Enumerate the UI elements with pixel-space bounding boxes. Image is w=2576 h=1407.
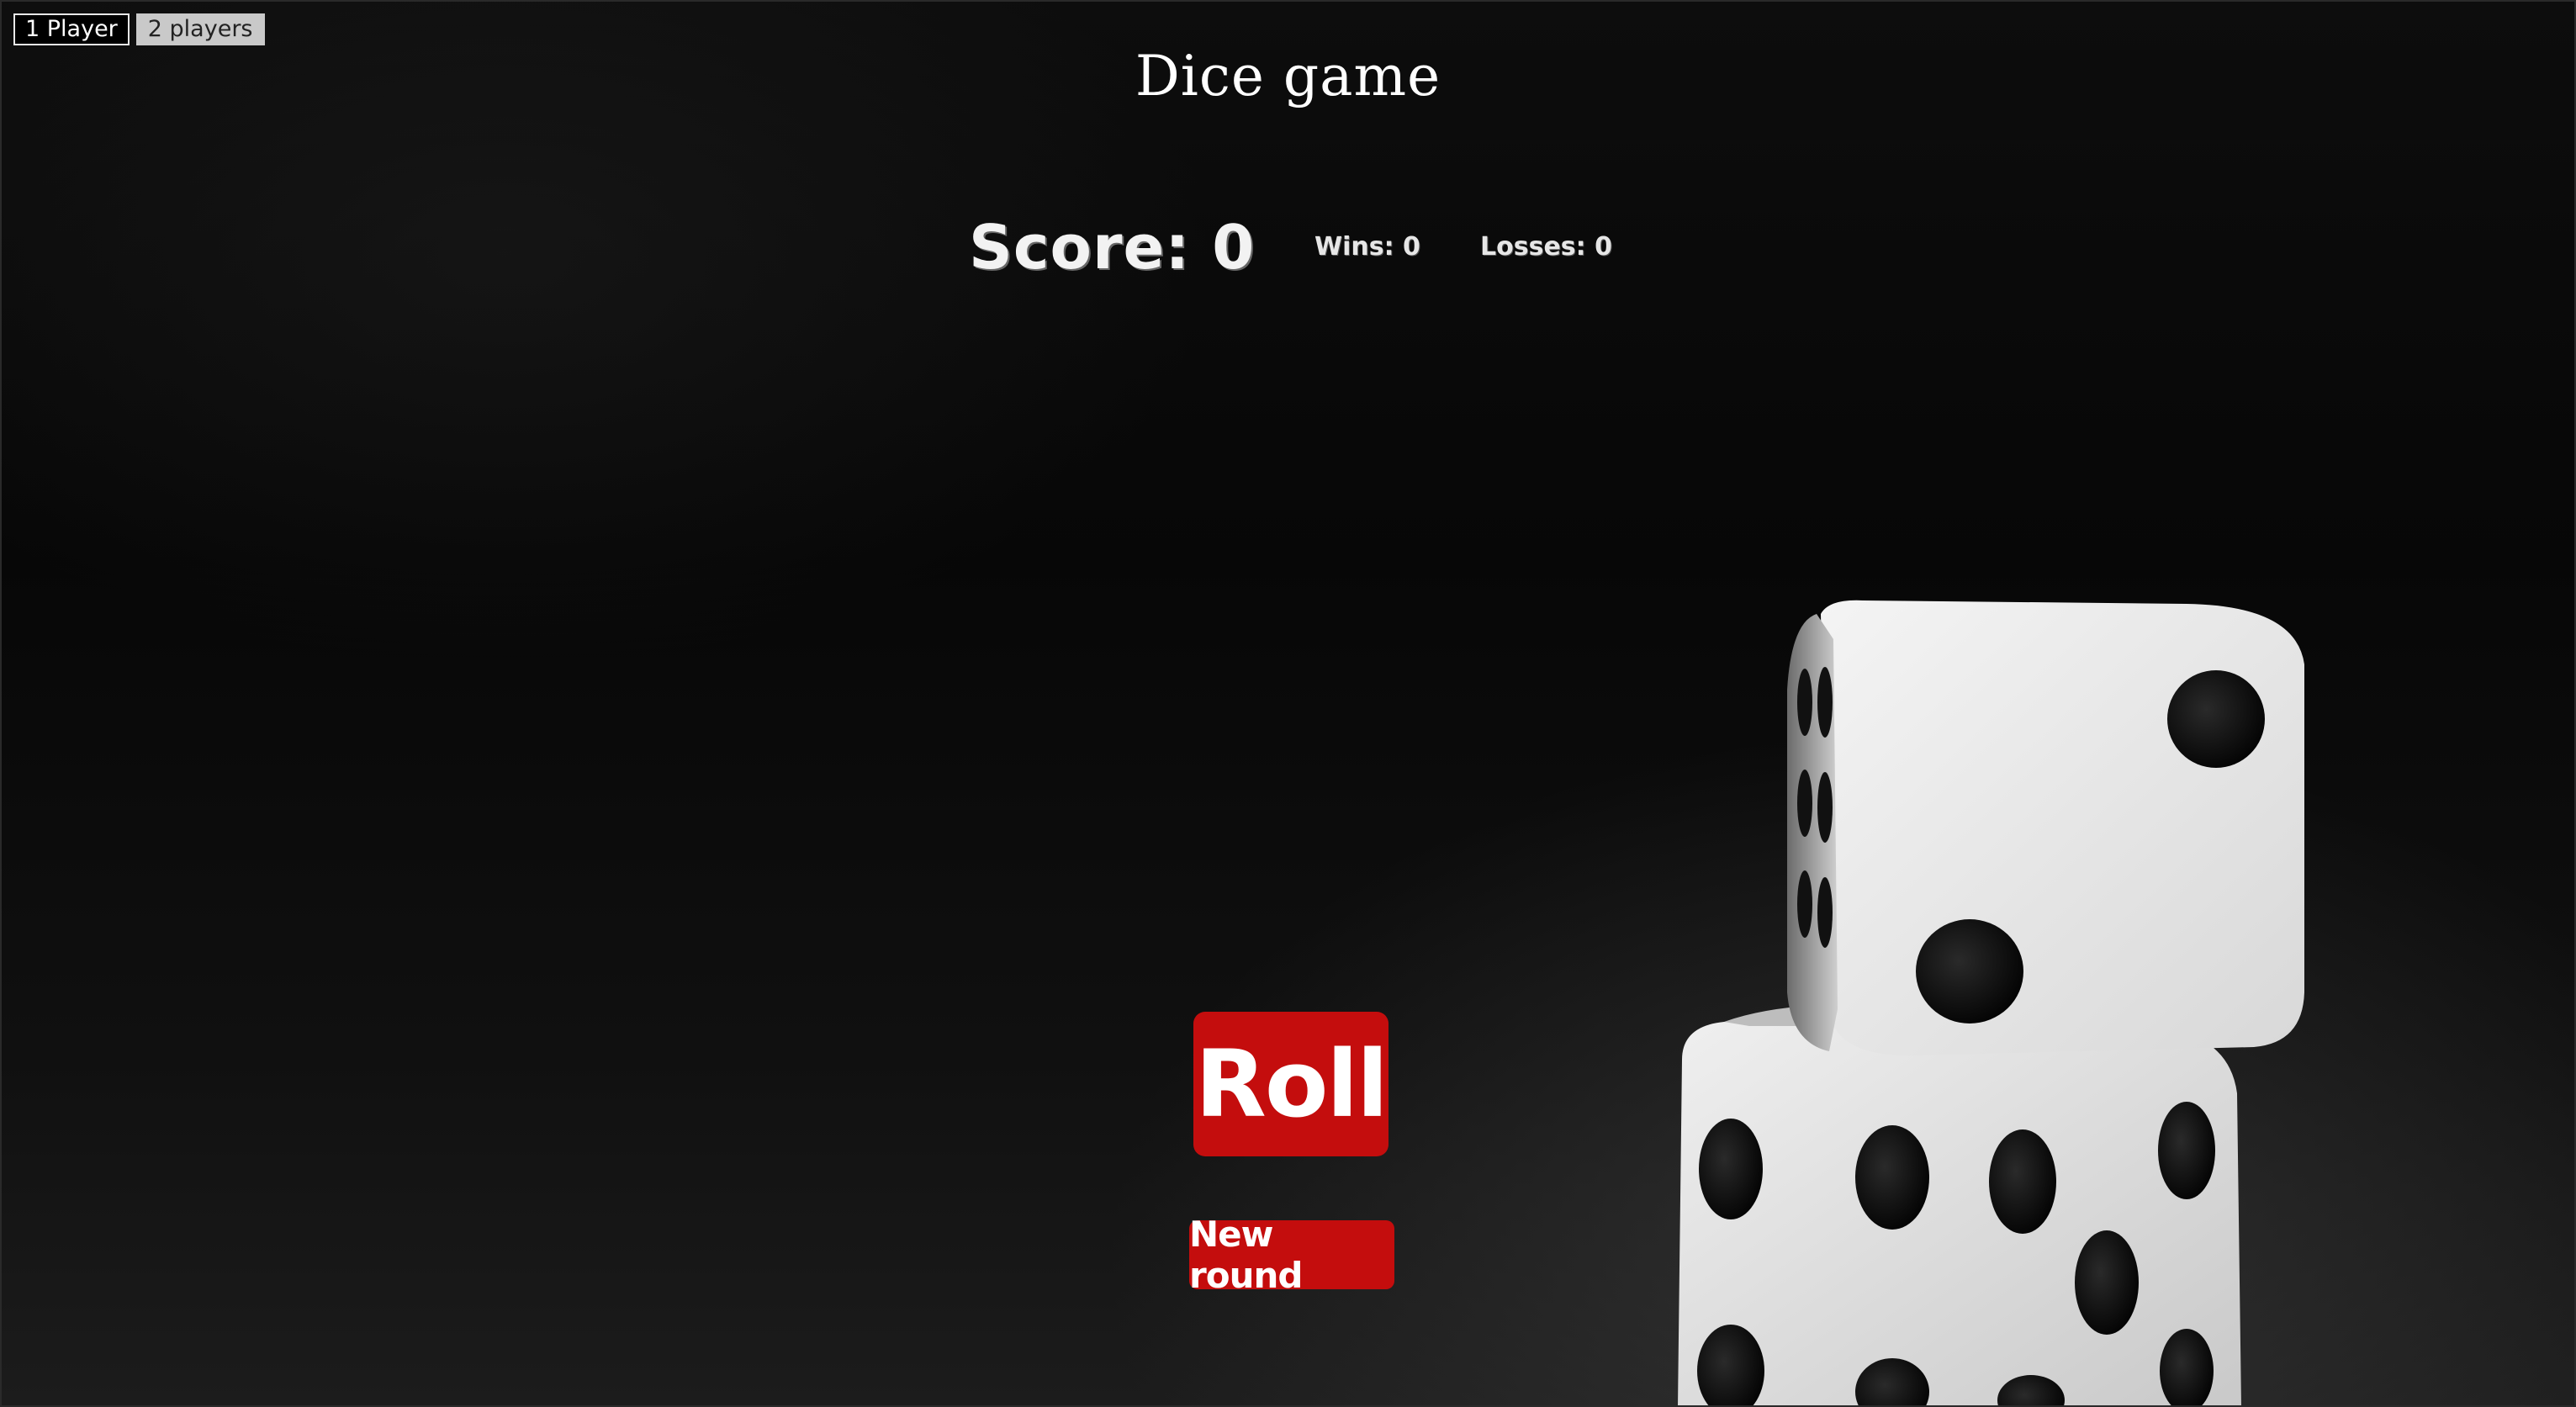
score-display: Score: 0: [969, 212, 1256, 283]
page-title: Dice game: [1135, 44, 1441, 108]
dice-icon: [1678, 600, 2304, 1407]
one-player-button[interactable]: 1 Player: [13, 13, 130, 45]
top-die: [1787, 600, 2304, 1056]
new-round-button[interactable]: New round: [1189, 1214, 1394, 1296]
wins-counter: Wins: 0: [1314, 232, 1420, 262]
player-mode-selector: 1 Player 2 players: [13, 13, 265, 45]
losses-counter: Losses: 0: [1480, 232, 1612, 262]
bottom-die: [1678, 1004, 2241, 1407]
two-players-button[interactable]: 2 players: [135, 13, 265, 45]
roll-button[interactable]: Roll: [1193, 1012, 1389, 1156]
